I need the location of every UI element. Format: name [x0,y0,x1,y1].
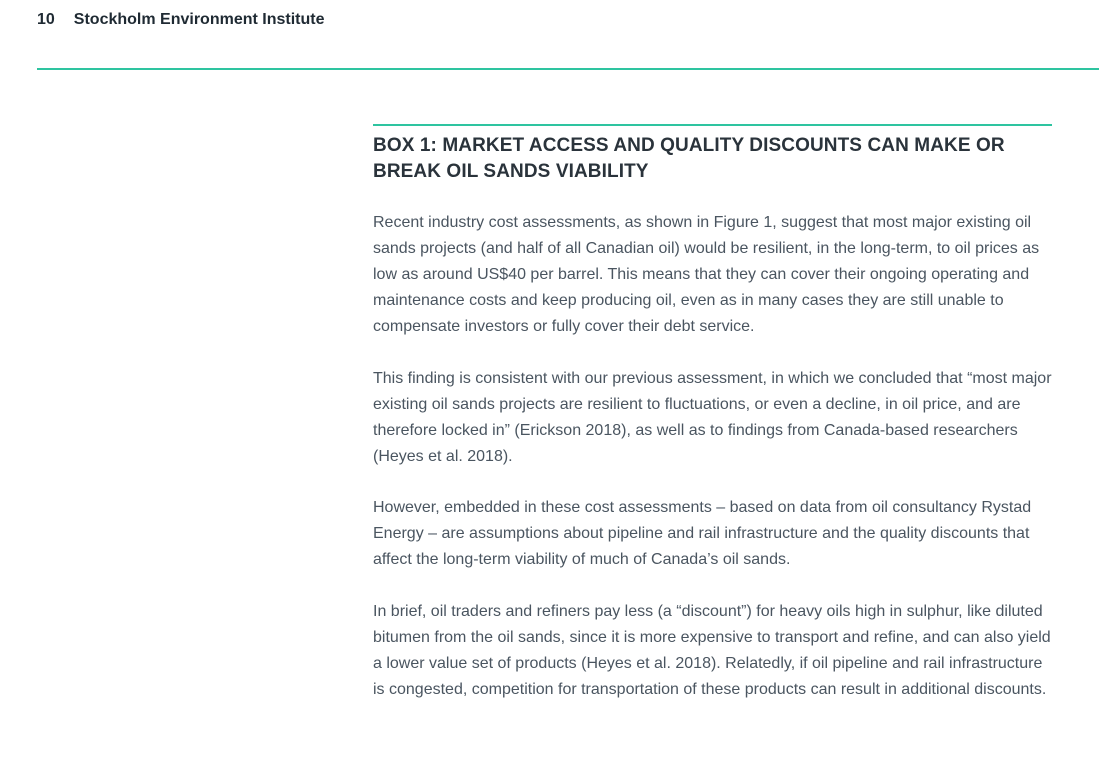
body-paragraph: This finding is consistent with our prev… [373,369,1052,465]
page-number: 10 [37,11,55,28]
box-body: Recent industry cost assessments, as sho… [373,210,1052,703]
body-paragraph: Recent industry cost assessments, as sho… [373,214,1040,335]
box-title: BOX 1: MARKET ACCESS AND QUALITY DISCOUN… [373,135,1005,182]
body-paragraph: In brief, oil traders and refiners pay l… [373,602,1051,698]
body-paragraph: However, embedded in these cost assessme… [373,499,1032,568]
header-divider [37,68,1099,70]
publisher-name: Stockholm Environment Institute [73,11,325,28]
page-header: 10 Stockholm Environment Institute [37,9,324,31]
box-top-divider [373,124,1052,126]
box-1: BOX 1: MARKET ACCESS AND QUALITY DISCOUN… [373,124,1052,728]
